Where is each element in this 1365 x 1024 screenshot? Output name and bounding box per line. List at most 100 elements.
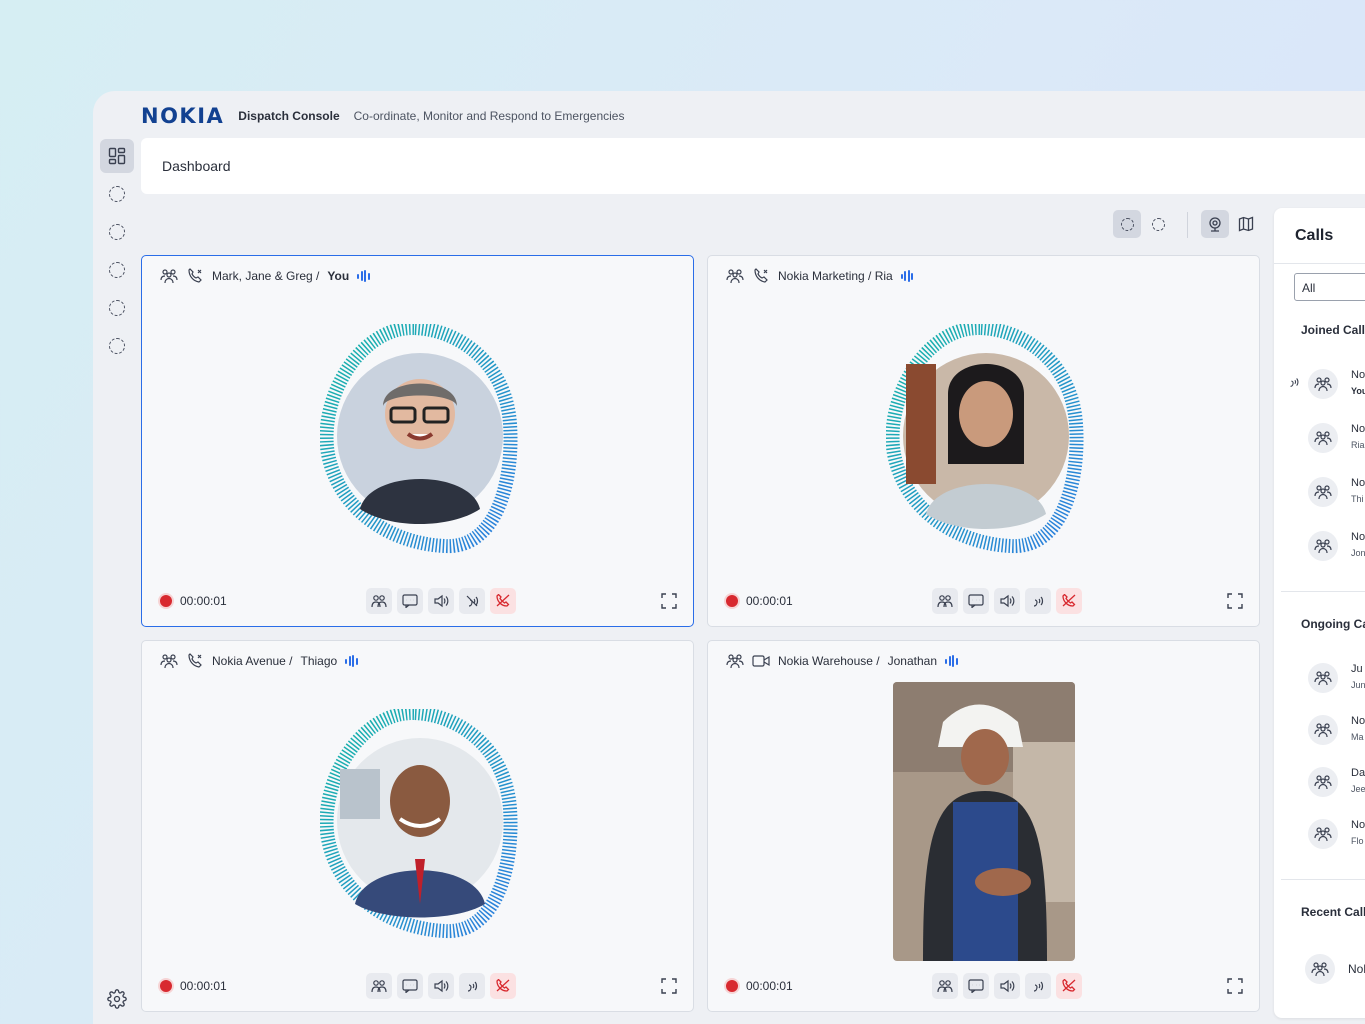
speaker-icon (1000, 594, 1015, 608)
tile-header: Nokia Warehouse / Jonathan (726, 653, 958, 669)
tile-header: Nokia Marketing / Ria (726, 268, 914, 284)
ptt-button[interactable] (1025, 973, 1051, 999)
call-item-subtitle: Jon (1351, 548, 1365, 558)
tile-header: Nokia Avenue / Thiago (160, 653, 358, 669)
end-call-icon (1062, 979, 1076, 992)
voice-wave-ring (319, 705, 518, 939)
group-icon (1308, 767, 1338, 797)
product-tagline: Co-ordinate, Monitor and Respond to Emer… (353, 109, 625, 123)
video-view-button[interactable] (1201, 210, 1229, 238)
nav-dashboard[interactable] (100, 139, 134, 173)
end-call-icon (496, 594, 510, 607)
video-call-icon (752, 655, 770, 667)
joined-call-item[interactable]: No Thi (1308, 477, 1365, 511)
ptt-mute-button[interactable] (459, 588, 485, 614)
webcam-icon (1209, 217, 1221, 232)
volume-button[interactable] (994, 588, 1020, 614)
nav-item-4[interactable] (100, 291, 134, 325)
speaker-icon (434, 594, 449, 608)
joined-call-item[interactable]: No Jon (1308, 531, 1365, 565)
tile-header: Mark, Jane & Greg / You (160, 268, 370, 284)
group-icon (726, 269, 744, 284)
ptt-button[interactable] (459, 973, 485, 999)
end-call-icon (1062, 594, 1076, 607)
ptt-button[interactable] (1025, 588, 1051, 614)
tile-title: Nokia Marketing / Ria (778, 269, 893, 283)
recent-call-item[interactable]: Nol (1305, 954, 1365, 988)
group-icon (1308, 663, 1338, 693)
page-title: Dashboard (162, 158, 231, 174)
audio-level-icon (945, 655, 958, 667)
end-call-button[interactable] (490, 973, 516, 999)
divider (1281, 591, 1365, 592)
volume-button[interactable] (994, 973, 1020, 999)
call-tile-3[interactable]: Nokia Avenue / Thiago 00:00:01 (141, 640, 694, 1012)
ongoing-calls-title: Ongoing Ca (1301, 617, 1365, 631)
joined-calls-title: Joined Calls (1301, 323, 1365, 337)
placeholder-icon (1151, 217, 1165, 231)
participants-button[interactable] (366, 973, 392, 999)
nav-item-5[interactable] (100, 329, 134, 363)
ongoing-call-item[interactable]: Da Jee (1308, 767, 1365, 801)
call-item-subtitle: Flo (1351, 836, 1364, 846)
call-tile-2[interactable]: Nokia Marketing / Ria 00:00:01 (707, 255, 1260, 627)
end-call-button[interactable] (1056, 973, 1082, 999)
participants-button[interactable] (366, 588, 392, 614)
group-icon (1308, 477, 1338, 507)
ptt-call-icon (188, 653, 202, 668)
calls-filter-select[interactable]: All (1294, 273, 1365, 301)
fullscreen-icon[interactable] (661, 593, 677, 609)
call-item-title: No (1351, 819, 1365, 831)
nav-item-2[interactable] (100, 215, 134, 249)
ongoing-call-item[interactable]: No Ma (1308, 715, 1365, 749)
call-tile-4[interactable]: Nokia Warehouse / Jonathan 00:00:01 (707, 640, 1260, 1012)
layout-toggle-2[interactable] (1144, 210, 1172, 238)
fullscreen-icon[interactable] (1227, 978, 1243, 994)
call-item-title: No (1351, 369, 1365, 381)
call-item-subtitle: Ma (1351, 732, 1364, 742)
chat-button[interactable] (963, 588, 989, 614)
tile-footer: 00:00:01 (726, 588, 1243, 614)
chat-icon (402, 979, 418, 993)
volume-button[interactable] (428, 588, 454, 614)
ongoing-call-item[interactable]: No Flo (1308, 819, 1365, 853)
participants-button[interactable] (932, 588, 958, 614)
tile-title: Mark, Jane & Greg / (212, 269, 320, 283)
group-icon (160, 654, 178, 669)
chat-button[interactable] (397, 588, 423, 614)
tile-title: Nokia Avenue / (212, 654, 293, 668)
layout-toggle-1[interactable] (1113, 210, 1141, 238)
tile-footer: 00:00:01 (160, 973, 677, 999)
chat-button[interactable] (397, 973, 423, 999)
calls-panel-title: Calls (1295, 227, 1334, 244)
video-frame (893, 682, 1075, 961)
call-item-title: No (1351, 423, 1365, 435)
end-call-button[interactable] (490, 588, 516, 614)
ptt-muted-icon (466, 595, 479, 607)
call-item-title: No (1351, 715, 1365, 727)
joined-call-item[interactable]: No You (1308, 369, 1365, 403)
ongoing-call-item[interactable]: Ju Jun (1308, 663, 1365, 697)
fullscreen-icon[interactable] (661, 978, 677, 994)
left-nav (93, 137, 141, 1024)
call-tile-1[interactable]: Mark, Jane & Greg / You 00:00:01 (141, 255, 694, 627)
nav-item-3[interactable] (100, 253, 134, 287)
participants-icon (937, 980, 953, 993)
tile-footer: 00:00:01 (160, 588, 677, 614)
participants-icon (371, 980, 387, 993)
chat-icon (968, 594, 984, 608)
tile-subject: You (327, 269, 350, 283)
nav-item-1[interactable] (100, 177, 134, 211)
end-call-button[interactable] (1056, 588, 1082, 614)
joined-call-item[interactable]: No Ria (1308, 423, 1365, 457)
divider (1281, 879, 1365, 880)
volume-button[interactable] (428, 973, 454, 999)
chat-button[interactable] (963, 973, 989, 999)
map-view-button[interactable] (1232, 210, 1260, 238)
chat-icon (402, 594, 418, 608)
participants-button[interactable] (932, 973, 958, 999)
nokia-logo: NOKIA (141, 104, 225, 128)
map-icon (1238, 216, 1254, 232)
nav-settings[interactable] (100, 982, 134, 1016)
fullscreen-icon[interactable] (1227, 593, 1243, 609)
